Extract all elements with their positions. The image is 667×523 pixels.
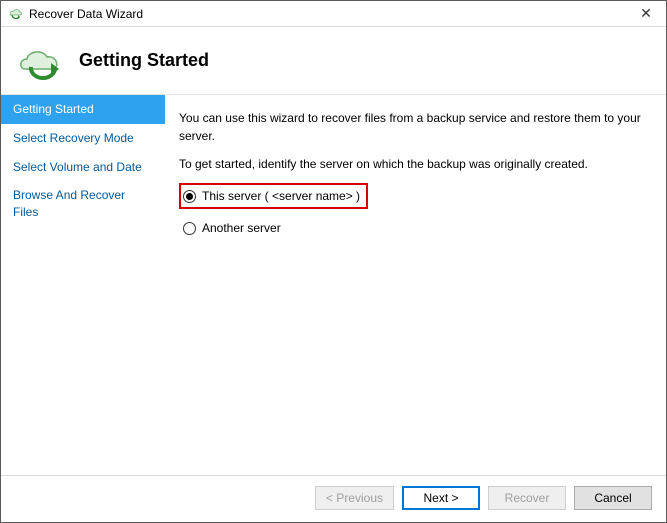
wizard-window: Recover Data Wizard ✕ Getting Started Ge… <box>0 0 667 523</box>
next-button[interactable]: Next > <box>402 486 480 510</box>
close-button[interactable]: ✕ <box>626 1 666 27</box>
app-icon <box>7 6 23 22</box>
window-title: Recover Data Wizard <box>29 7 626 21</box>
intro-text: You can use this wizard to recover files… <box>179 109 648 145</box>
wizard-body: Getting Started Select Recovery Mode Sel… <box>1 95 666 475</box>
radio-label: Another server <box>202 219 281 237</box>
cancel-button[interactable]: Cancel <box>574 486 652 510</box>
radio-icon <box>183 222 196 235</box>
wizard-content: You can use this wizard to recover files… <box>165 95 666 475</box>
step-select-recovery-mode[interactable]: Select Recovery Mode <box>1 124 165 153</box>
step-select-volume-date[interactable]: Select Volume and Date <box>1 153 165 182</box>
wizard-steps-sidebar: Getting Started Select Recovery Mode Sel… <box>1 95 165 475</box>
titlebar: Recover Data Wizard ✕ <box>1 1 666 27</box>
radio-another-server[interactable]: Another server <box>179 215 648 239</box>
radio-icon <box>183 190 196 203</box>
recover-button: Recover <box>488 486 566 510</box>
wizard-header: Getting Started <box>1 27 666 95</box>
step-browse-recover-files[interactable]: Browse And Recover Files <box>1 181 165 227</box>
step-getting-started[interactable]: Getting Started <box>1 95 165 124</box>
wizard-footer: < Previous Next > Recover Cancel <box>1 475 666 522</box>
prompt-text: To get started, identify the server on w… <box>179 155 648 173</box>
radio-label: This server ( <server name> ) <box>202 187 360 205</box>
page-title: Getting Started <box>79 50 209 71</box>
cloud-restore-icon <box>15 41 69 81</box>
server-choice-group: This server ( <server name> ) Another se… <box>179 183 648 239</box>
previous-button: < Previous <box>315 486 394 510</box>
radio-this-server[interactable]: This server ( <server name> ) <box>179 183 368 209</box>
